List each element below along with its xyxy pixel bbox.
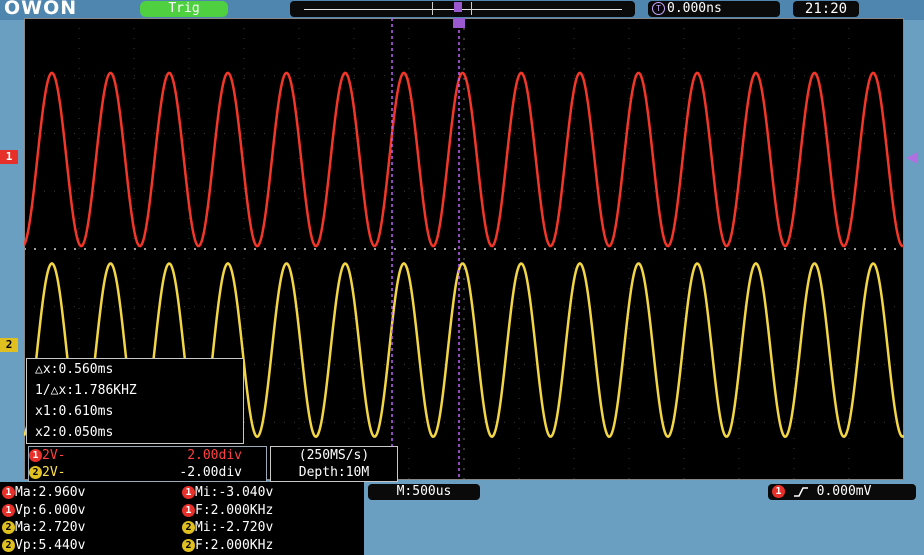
measure-item: 2 F:2.000KHz [182,537,273,554]
measure-item: 2 Mi:-2.720v [182,519,273,536]
trigger-level-marker[interactable] [906,152,920,164]
inverse-delta-x-readout: 1/△x:1.786KHZ [35,383,137,398]
brand-logo: OWON [4,0,78,19]
memory-position-bar[interactable] [290,1,635,17]
rising-edge-icon [793,486,808,497]
measure-channel-badge: 1 [182,486,195,499]
cursor-measure-panel: △x:0.560ms 1/△x:1.786KHZ x1:0.610ms x2:0… [26,358,244,444]
view-window-bracket[interactable] [432,2,472,15]
clock: 21:20 [793,1,859,17]
x1-readout: x1:0.610ms [35,404,114,419]
timebase-readout[interactable]: M:500us [368,484,480,500]
trigger-state-indicator: Trig [140,1,228,17]
ch2-scale: 2V- [42,465,66,480]
sample-rate: (250MS/s) [298,448,370,463]
measure-value: Ma:2.720v [15,520,86,535]
ch2-offset: -2.00div [179,465,242,480]
memory-depth: Depth:10M [298,465,370,480]
measure-channel-badge: 2 [2,538,15,552]
measure-channel-badge: 1 [182,503,195,517]
measure-channel-badge: 2 [182,538,195,552]
delta-x-readout: △x:0.560ms [35,362,114,377]
measure-item: 1 F:2.000KHz [182,502,273,519]
measure-value: Mi:-3.040v [195,485,274,500]
ch1-scale: 2V- [42,448,66,463]
measure-value: F:2.000KHz [195,502,274,518]
trigger-time-readout: T 0.000ns [648,1,780,17]
ch2-offset-marker[interactable]: 2 [0,338,18,352]
ch1-badge: 1 [29,449,42,462]
measure-item: 1 Mi:-3.040v [182,484,273,501]
measure-channel-badge: 2 [182,521,195,534]
measure-item: 2 Vp:5.440v [2,537,85,554]
acquisition-info: (250MS/s) Depth:10M [270,446,398,482]
ch1-settings-row[interactable]: 1 2V- 2.00div [29,447,266,464]
measure-item: 1 Ma:2.960v [2,484,85,501]
ch2-settings-row[interactable]: 2 2V- -2.00div [29,464,266,481]
trigger-position-marker [454,2,462,12]
ch1-offset: 2.00div [187,448,242,463]
ch2-badge: 2 [29,466,42,479]
measure-value: Ma:2.960v [15,485,86,500]
measure-value: Vp:5.440v [15,537,86,553]
trigger-source-badge: 1 [772,485,785,498]
auto-measure-panel: 1 Ma:2.960v 1 Mi:-3.040v 1 Vp:6.000v 1 F:2.000K… [0,482,364,555]
channel-settings-panel: 1 2V- 2.00div 2 2V- -2.00div [28,446,267,482]
trigger-icon: T [652,2,665,15]
ch1-offset-marker[interactable]: 1 [0,150,18,164]
trigger-time-value: 0.000ns [667,1,722,16]
measure-value: F:2.000KHz [195,537,274,553]
measure-value: Vp:6.000v [15,502,86,518]
trigger-time-marker [453,18,465,28]
trigger-level-value: 0.000mV [816,484,872,499]
measure-item: 1 Vp:6.000v [2,502,85,519]
measure-channel-badge: 2 [2,521,15,534]
measure-channel-badge: 1 [2,486,15,499]
measure-item: 2 Ma:2.720v [2,519,85,536]
x2-readout: x2:0.050ms [35,425,114,440]
trigger-status[interactable]: 1 0.000mV [768,484,916,500]
measure-channel-badge: 1 [2,503,15,517]
measure-value: Mi:-2.720v [195,520,274,535]
